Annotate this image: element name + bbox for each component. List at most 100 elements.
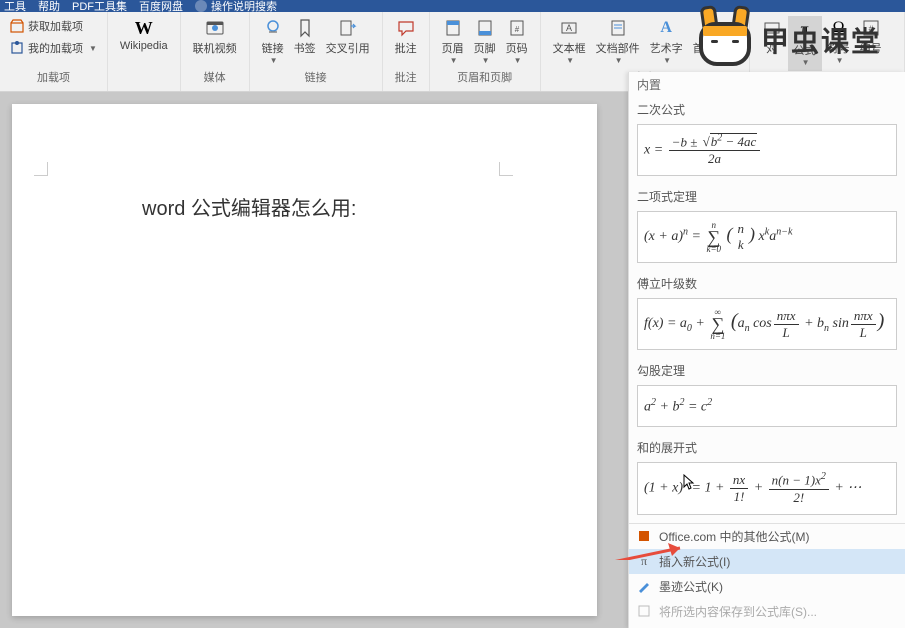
office-icon [637,529,651,543]
ribbon-group-links: 链接 ▼ 书签 交叉引用 链接 [250,12,383,91]
chevron-down-icon: ▼ [566,56,574,65]
chevron-down-icon: ▼ [663,56,671,65]
formula-display: (1 + x)n = 1 + nx1! + n(n − 1)x22! + ⋯ [644,471,861,505]
formula-sum-expand[interactable]: (1 + x)n = 1 + nx1! + n(n − 1)x22! + ⋯ [637,462,897,514]
video-label: 联机视频 [193,40,237,56]
ribbon-group-comment: 批注 批注 [383,12,430,91]
wikipedia-button[interactable]: W Wikipedia [116,16,172,54]
svg-text:#: # [514,25,519,34]
comment-label: 批注 [395,40,417,56]
menu-text: 将所选内容保存到公式库(S)... [659,603,817,620]
margin-corner [34,162,48,176]
docparts-label: 文档部件 [596,40,640,56]
bookmark-icon [295,18,315,38]
menu-text: 墨迹公式(K) [659,578,723,595]
save-formula-menu: 将所选内容保存到公式库(S)... [629,599,905,624]
my-addon-label: 我的加载项 [28,40,83,56]
chevron-down-icon: ▼ [482,56,490,65]
bulb-icon [195,0,207,12]
media-group-label: 媒体 [189,67,241,87]
header-icon [443,18,463,38]
formula-quadratic[interactable]: x = −b ± b2 − 4ac2a [637,124,897,176]
save-icon [637,604,651,618]
ribbon-group-media: 联机视频 媒体 [181,12,250,91]
watermark: 甲虫课堂 [697,12,881,68]
formula-binomial[interactable]: (x + a)n = n∑k=0 (nk) xkan−k [637,211,897,263]
wikipedia-label: Wikipedia [120,40,168,52]
margin-corner [499,162,513,176]
chevron-down-icon: ▼ [615,56,623,65]
pi-icon: π [637,554,651,568]
chevron-down-icon: ▼ [450,56,458,65]
comment-icon [396,18,416,38]
pagenum-button[interactable]: # 页码 ▼ [502,16,532,67]
crossref-label: 交叉引用 [326,40,370,56]
textbox-icon: A [559,18,579,38]
formula-display: f(x) = a0 + ∞∑n=1 (an cosnπxL + bn sinnπ… [644,307,884,341]
bookmark-button[interactable]: 书签 [290,16,320,58]
formula-category: 傅立叶级数 [629,271,905,296]
links-group-label: 链接 [258,67,374,87]
watermark-logo [697,12,753,68]
header-button[interactable]: 页眉 ▼ [438,16,468,67]
pen-icon [637,579,651,593]
hf-group-label: 页眉和页脚 [438,67,532,87]
docparts-button[interactable]: 文档部件 ▼ [592,16,644,67]
wikipedia-icon: W [134,18,154,38]
formula-category: 二项式定理 [629,184,905,209]
textbox-button[interactable]: A 文本框 ▼ [549,16,590,67]
ribbon-group-addon: 获取加载项 我的加载项 ▼ 加载项 [0,12,108,91]
comment-group-label: 批注 [391,67,421,87]
link-button[interactable]: 链接 ▼ [258,16,288,67]
chevron-down-icon: ▼ [89,44,97,53]
video-button[interactable]: 联机视频 [189,16,241,58]
video-icon [205,18,225,38]
formula-panel-footer: Office.com 中的其他公式(M) π 插入新公式(I) 墨迹公式(K) … [629,523,905,624]
puzzle-icon [10,41,24,55]
menu-text: Office.com 中的其他公式(M) [659,528,809,545]
chevron-down-icon: ▼ [514,56,522,65]
wikipedia-group-label [116,71,172,87]
formula-category: 勾股定理 [629,358,905,383]
store-icon [10,19,24,33]
formula-pythagoras[interactable]: a2 + b2 = c2 [637,385,897,427]
formula-category: 二次公式 [629,97,905,122]
bookmark-label: 书签 [294,40,316,56]
comment-button[interactable]: 批注 [391,16,421,58]
formula-display: (x + a)n = n∑k=0 (nk) xkan−k [644,220,792,254]
formula-fourier[interactable]: f(x) = a0 + ∞∑n=1 (an cosnπxL + bn sinnπ… [637,298,897,350]
panel-section-header: 内置 [629,72,905,97]
header-label: 页眉 [442,40,464,56]
insert-new-formula-menu[interactable]: π 插入新公式(I) [629,549,905,574]
chevron-down-icon: ▼ [270,56,278,65]
link-label: 链接 [262,40,284,56]
formula-display: a2 + b2 = c2 [644,397,712,416]
pagenum-icon: # [507,18,527,38]
document-page[interactable]: word 公式编辑器怎么用: [12,104,597,616]
formula-dropdown-panel: 内置 二次公式 x = −b ± b2 − 4ac2a 二项式定理 (x + a… [628,72,905,628]
footer-button[interactable]: 页脚 ▼ [470,16,500,67]
addon-group-label: 加载项 [8,67,99,87]
menu-bar: 工具 帮助 PDF工具集 百度网盘 操作说明搜索 [0,0,905,12]
watermark-text: 甲虫课堂 [761,20,881,60]
link-icon [263,18,283,38]
get-addon-label: 获取加载项 [28,18,83,34]
wordart-icon: A [656,18,676,38]
footer-label: 页脚 [474,40,496,56]
wordart-label: 艺术字 [650,40,683,56]
formula-display: x = −b ± b2 − 4ac2a [644,133,762,167]
wordart-button[interactable]: A 艺术字 ▼ [646,16,687,67]
my-addon-button[interactable]: 我的加载项 ▼ [8,38,99,58]
crossref-icon [338,18,358,38]
docparts-icon [608,18,628,38]
office-formulas-menu[interactable]: Office.com 中的其他公式(M) [629,524,905,549]
crossref-button[interactable]: 交叉引用 [322,16,374,58]
menu-text: 插入新公式(I) [659,553,730,570]
ink-formula-menu[interactable]: 墨迹公式(K) [629,574,905,599]
document-text: word 公式编辑器怎么用: [142,192,467,221]
ribbon-group-wikipedia: W Wikipedia [108,12,181,91]
ribbon-group-hf: 页眉 ▼ 页脚 ▼ # 页码 ▼ 页眉和页脚 [430,12,541,91]
formula-category: 和的展开式 [629,435,905,460]
footer-icon [475,18,495,38]
get-addon-button[interactable]: 获取加载项 [8,16,85,36]
